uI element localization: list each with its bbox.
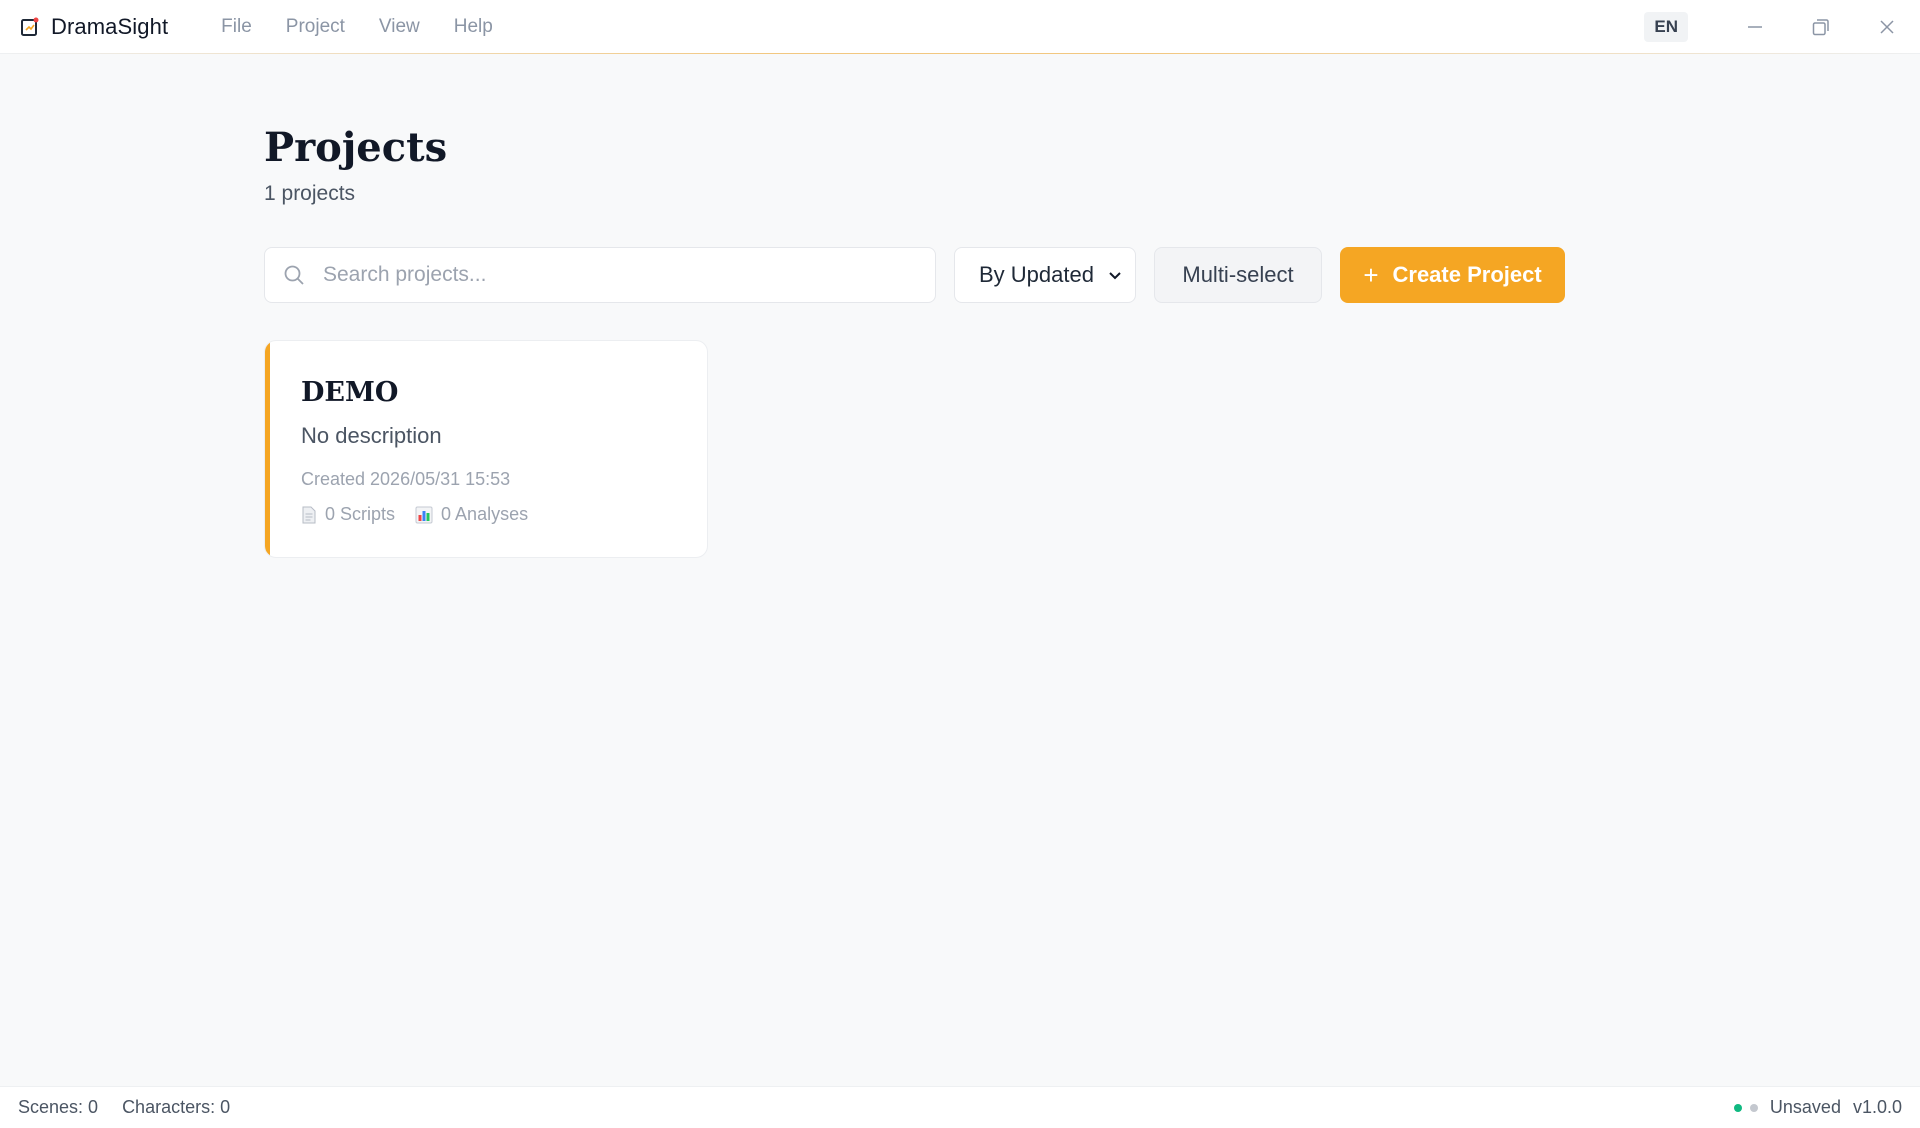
- restore-icon: [1812, 19, 1829, 36]
- status-left: Scenes: 0 Characters: 0: [18, 1097, 230, 1118]
- project-title: DEMO: [301, 377, 399, 408]
- chevron-down-icon: [1109, 272, 1121, 280]
- project-card[interactable]: DEMO No description Created 2026/05/31 1…: [264, 340, 708, 558]
- project-count: 1 projects: [264, 182, 356, 205]
- close-button[interactable]: [1854, 0, 1920, 54]
- status-right: Unsaved v1.0.0: [1733, 1097, 1902, 1118]
- multi-select-button[interactable]: Multi-select: [1154, 247, 1322, 303]
- app-logo-icon: [19, 16, 41, 38]
- page-title: Projects: [264, 124, 448, 171]
- menu-project[interactable]: Project: [269, 10, 362, 44]
- menu-file[interactable]: File: [204, 10, 269, 44]
- save-status: Unsaved: [1769, 1097, 1841, 1117]
- minimize-button[interactable]: [1722, 0, 1788, 54]
- scripts-stat: 0 Scripts: [301, 504, 395, 525]
- document-icon: [302, 506, 316, 523]
- status-bar: Scenes: 0 Characters: 0 Unsaved v1.0.0: [0, 1086, 1920, 1128]
- sort-select[interactable]: By Updated: [954, 247, 1136, 303]
- project-description: No description: [301, 423, 442, 448]
- project-toolbar: By Updated Multi-select + Create Project: [264, 247, 1565, 303]
- analyses-count: 0 Analyses: [441, 504, 529, 524]
- scenes-count: Scenes: 0: [18, 1097, 99, 1117]
- search-icon: [284, 265, 304, 285]
- restore-button[interactable]: [1788, 0, 1854, 54]
- characters-count: Characters: 0: [122, 1097, 231, 1117]
- menu-view[interactable]: View: [362, 10, 437, 44]
- language-button[interactable]: EN: [1644, 12, 1688, 42]
- titlebar-accent-line: [0, 53, 1920, 54]
- sort-selected-value: By Updated: [979, 262, 1094, 287]
- card-accent-bar: [265, 341, 270, 557]
- analyses-stat: 0 Analyses: [415, 504, 528, 525]
- menu-bar: File Project View Help: [204, 10, 510, 44]
- plus-icon: +: [1363, 260, 1379, 290]
- app-name: DramaSight: [51, 13, 169, 39]
- close-icon: [1880, 20, 1894, 34]
- connection-status-dot: [1733, 1103, 1742, 1112]
- search-box: [264, 247, 936, 303]
- bar-chart-icon: [415, 506, 433, 523]
- scripts-count: 0 Scripts: [325, 504, 396, 524]
- create-project-button[interactable]: + Create Project: [1340, 247, 1565, 303]
- sync-status-dot: [1749, 1103, 1758, 1112]
- menu-help[interactable]: Help: [437, 10, 510, 44]
- minimize-icon: [1748, 26, 1762, 28]
- title-bar: DramaSight File Project View Help EN: [0, 0, 1920, 54]
- project-stats: 0 Scripts 0 Analyses: [301, 504, 548, 525]
- create-project-label: Create Project: [1392, 262, 1542, 287]
- project-created-date: Created 2026/05/31 15:53: [301, 469, 511, 489]
- app-version: v1.0.0: [1852, 1097, 1902, 1117]
- window-controls: EN: [1644, 0, 1920, 54]
- search-input[interactable]: [323, 263, 903, 287]
